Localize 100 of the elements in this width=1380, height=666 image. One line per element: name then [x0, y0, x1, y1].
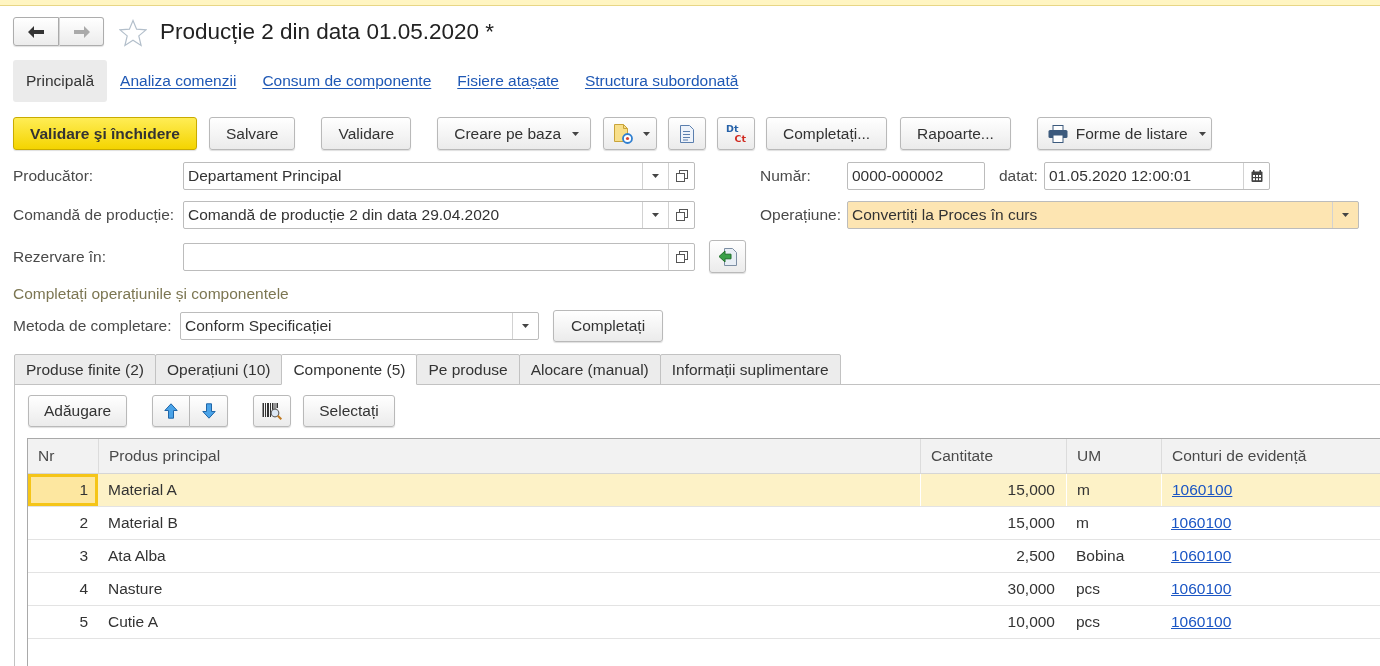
arrow-right-icon	[73, 25, 90, 38]
product-cell-text: Cutie A	[107, 612, 159, 632]
fill-method-field[interactable]: Conform Specificației	[180, 312, 539, 340]
section-link[interactable]: Fisiere atașate	[457, 72, 559, 90]
field-label: Comandă de producție:	[13, 206, 176, 224]
row-number: 1	[28, 474, 98, 506]
move-down-button[interactable]	[190, 395, 229, 427]
save-button[interactable]: Salvare	[208, 117, 296, 150]
sheet-icon	[679, 124, 696, 143]
producer-field[interactable]: Departament Principal	[183, 162, 695, 190]
field-label: Producător:	[13, 167, 95, 185]
quantity-cell-text: 30,000	[1006, 579, 1056, 599]
caret-icon	[643, 131, 651, 136]
unit-cell-text: pcs	[1075, 579, 1102, 599]
product-cell-text: Material A	[107, 480, 178, 500]
overlap-squares-icon	[675, 250, 688, 263]
account-link[interactable]: 1060100	[1171, 547, 1232, 565]
column-header: Conturi de evidență	[1161, 439, 1380, 473]
fill-button[interactable]: Completați...	[766, 117, 888, 150]
quantity-cell-text: 10,000	[1006, 612, 1056, 632]
group-title: Completați operațiunile și componentele	[12, 285, 289, 303]
field-label: Rezervare în:	[13, 247, 108, 266]
reports-button[interactable]: Rapoarte...	[900, 117, 1011, 150]
column-header: Cantitate	[920, 439, 1066, 473]
fill-button[interactable]: Completați	[553, 310, 664, 342]
barcode-search-button[interactable]	[253, 395, 292, 427]
document-arrow-icon	[717, 247, 738, 266]
row-number: 3	[78, 546, 89, 566]
postings-button[interactable]: Dt Ct	[717, 117, 756, 150]
tab[interactable]: Componente (5)	[281, 354, 418, 385]
product-cell-text: Nasture	[107, 579, 164, 599]
product-cell-text: Material B	[107, 513, 179, 533]
number-field[interactable]: 0000-000002	[847, 162, 985, 190]
overlap-squares-icon	[675, 170, 688, 182]
arrow-left-icon	[28, 25, 44, 38]
arrow-up-icon	[164, 403, 179, 419]
quantity-cell: 15,000	[920, 474, 1066, 506]
unit-cell: m	[1066, 474, 1161, 506]
quantity-cell-text: 2,500	[1015, 546, 1056, 566]
unit-cell-text: m	[1075, 513, 1090, 533]
caret-icon	[522, 324, 529, 328]
product-cell-text: Ata Alba	[107, 546, 167, 566]
reserve-field[interactable]	[183, 242, 695, 271]
tab[interactable]: Produse finite (2)	[14, 354, 157, 385]
document-menu-button[interactable]	[603, 117, 658, 150]
unit-cell-text: pcs	[1075, 612, 1102, 632]
arrow-down-icon	[201, 403, 216, 419]
caret-icon	[652, 174, 659, 178]
select-button[interactable]: Selectați	[303, 395, 395, 427]
table-row[interactable]: 2 Material B 15,000 m 1060100	[28, 507, 1380, 540]
window-title: Producție 2 din data 01.05.2020 *	[160, 18, 494, 45]
tab[interactable]: Alocare (manual)	[518, 354, 661, 385]
caret-icon	[1342, 213, 1349, 217]
move-up-button[interactable]	[152, 395, 191, 427]
create-based-on-button[interactable]: Creare pe baza	[437, 117, 592, 150]
field-label: datat:	[999, 167, 1039, 185]
section-link[interactable]: Analiza comenzii	[120, 72, 237, 90]
caret-icon	[572, 131, 580, 136]
calendar-icon	[1250, 170, 1263, 182]
table-row[interactable]: 5 Cutie A 10,000 pcs 1060100	[28, 606, 1380, 639]
add-button[interactable]: Adăugare	[28, 395, 128, 427]
printer-icon	[1047, 124, 1068, 143]
print-forms-button[interactable]: Forme de listare	[1036, 117, 1212, 150]
star-icon[interactable]	[119, 19, 147, 47]
row-number: 5	[78, 612, 89, 632]
section-link[interactable]: Consum de componente	[262, 72, 432, 90]
field-label: Metoda de completare:	[13, 317, 173, 335]
post-and-close-button[interactable]: Validare şi închidere	[13, 117, 197, 150]
barcode-icon	[262, 402, 283, 420]
table-row[interactable]: 3 Ata Alba 2,500 Bobina 1060100	[28, 540, 1380, 573]
report-button[interactable]	[668, 117, 707, 150]
post-button[interactable]: Validare	[321, 117, 412, 150]
section-link[interactable]: Principală	[13, 60, 108, 102]
account-link[interactable]: 1060100	[1171, 580, 1232, 598]
table-row[interactable]: 4 Nasture 30,000 pcs 1060100	[28, 573, 1380, 606]
section-link[interactable]: Structura subordonată	[584, 72, 739, 90]
row-number: 4	[78, 579, 89, 599]
tab[interactable]: Pe produse	[416, 354, 520, 385]
table-row[interactable]: 1 Material A 15,000 m 1060100	[28, 474, 1380, 507]
caret-icon	[652, 213, 659, 217]
account-link[interactable]: 1060100	[1171, 514, 1232, 532]
column-header: UM	[1066, 439, 1161, 473]
field-label: Număr:	[760, 167, 812, 185]
column-header: Nr	[37, 446, 56, 466]
back-button[interactable]	[13, 17, 59, 46]
tab[interactable]: Informații suplimentare	[659, 354, 841, 385]
tab[interactable]: Operațiuni (10)	[155, 354, 283, 385]
reserve-button[interactable]	[709, 240, 746, 273]
account-link[interactable]: 1060100	[1171, 613, 1232, 631]
production-order-field[interactable]: Comandă de producție 2 din data 29.04.2020	[183, 201, 695, 229]
quantity-cell-text: 15,000	[1006, 513, 1056, 533]
field-label: Operațiune:	[760, 206, 842, 224]
account-link[interactable]: 1060100	[1172, 481, 1233, 499]
document-ring-icon	[613, 123, 634, 144]
date-field[interactable]: 01.05.2020 12:00:01	[1044, 162, 1270, 190]
unit-cell-text: Bobina	[1075, 546, 1126, 566]
operation-field[interactable]: Convertiți la Proces în curs	[847, 201, 1359, 229]
row-number: 2	[78, 513, 89, 533]
overlap-squares-icon	[675, 209, 688, 221]
caret-icon	[1198, 131, 1206, 136]
